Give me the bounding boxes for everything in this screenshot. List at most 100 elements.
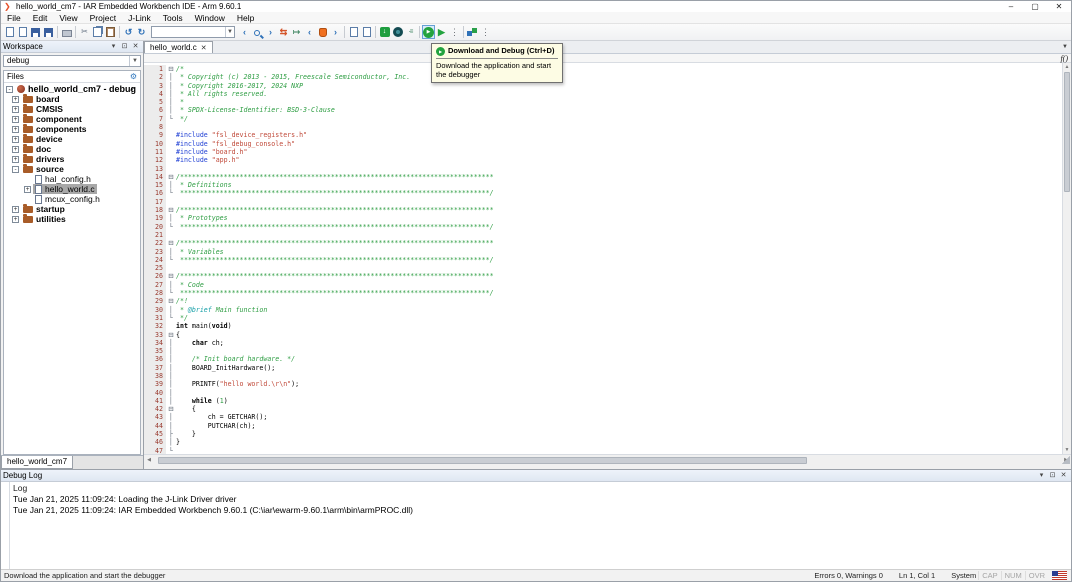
expand-icon[interactable]: + <box>12 216 19 223</box>
tree-item-hello-world-cm7-debug[interactable]: -hello_world_cm7 - debug✓ <box>4 84 140 94</box>
menu-view[interactable]: View <box>53 12 83 24</box>
tree-item-component[interactable]: +component <box>4 114 140 124</box>
tree-item-hello-world-c[interactable]: +hello_world.c <box>4 184 140 194</box>
code-text: * Definitions <box>176 181 1062 189</box>
tree-item-cmsis[interactable]: +CMSIS <box>4 104 140 114</box>
find-text-field[interactable] <box>152 27 225 37</box>
previous-bookmark-button[interactable]: ‹ <box>303 25 316 39</box>
undo-icon: ↺ <box>125 26 133 38</box>
vertical-scrollbar[interactable]: ▲ ▼ <box>1062 63 1071 454</box>
print-button[interactable] <box>60 25 73 39</box>
gear-icon[interactable]: ⚙ <box>130 71 137 83</box>
menu-help[interactable]: Help <box>231 12 260 24</box>
scroll-down-icon[interactable]: ▼ <box>1063 446 1071 454</box>
expand-icon[interactable]: + <box>12 116 19 123</box>
expand-icon[interactable]: + <box>12 106 19 113</box>
close-button[interactable]: ✕ <box>1047 1 1071 12</box>
minimize-button[interactable]: – <box>999 1 1023 12</box>
expand-icon[interactable]: + <box>12 146 19 153</box>
scroll-left-icon[interactable]: ◀ <box>144 457 154 463</box>
new-document-button[interactable] <box>3 25 16 39</box>
menu-window[interactable]: Window <box>189 12 231 24</box>
expand-icon[interactable]: + <box>12 126 19 133</box>
redo-button[interactable]: ↻ <box>135 25 148 39</box>
code-surface[interactable]: 1⊟/*2│ * Copyright (c) 2013 - 2015, Free… <box>144 63 1062 454</box>
fold-collapse-icon[interactable]: ⊟ <box>166 297 176 305</box>
expand-icon[interactable]: + <box>12 136 19 143</box>
replace-button[interactable]: ⇆ <box>277 25 290 39</box>
next-bookmark-button[interactable]: › <box>329 25 342 39</box>
resize-grip[interactable] <box>1062 456 1070 464</box>
stop-debugging-button[interactable]: -≡ <box>404 25 417 39</box>
tree-item-source[interactable]: -source <box>4 164 140 174</box>
tab-list-dropdown-icon[interactable]: ▼ <box>1059 41 1071 53</box>
menu-j-link[interactable]: J-Link <box>122 12 157 24</box>
download-and-debug-button[interactable]: ▶ <box>422 25 435 39</box>
tree-item-startup[interactable]: +startup <box>4 204 140 214</box>
find-combo-input[interactable]: ▼ <box>151 26 235 38</box>
chevron-down-icon[interactable]: ▼ <box>225 27 234 37</box>
scroll-up-icon[interactable]: ▲ <box>1063 63 1071 71</box>
configuration-select[interactable]: debug ▼ <box>3 55 141 67</box>
go-to-button[interactable]: ↦ <box>290 25 303 39</box>
fold-collapse-icon[interactable]: ⊟ <box>166 272 176 280</box>
workspace-tab-hello-world-cm7[interactable]: hello_world_cm7 <box>1 456 73 469</box>
language-flag-icon[interactable] <box>1052 571 1067 580</box>
find-previous-button[interactable]: ‹ <box>238 25 251 39</box>
collapse-icon[interactable]: - <box>6 86 13 93</box>
toolbar-overflow-button[interactable]: ⋮ <box>448 25 461 39</box>
tree-item-label: components <box>36 124 87 134</box>
debug-log-content[interactable]: Log Tue Jan 21, 2025 11:09:24: Loading t… <box>1 482 1071 569</box>
expand-icon[interactable]: + <box>12 156 19 163</box>
navigate-forward-button[interactable] <box>360 25 373 39</box>
debug-log-close-icon[interactable]: ✕ <box>1058 470 1069 482</box>
expand-icon[interactable]: + <box>12 206 19 213</box>
horizontal-scrollbar[interactable]: ◀ ▶ <box>144 454 1071 465</box>
cmsis-pack-manager-button[interactable] <box>466 25 479 39</box>
toolbar-overflow2-button[interactable]: ⋮ <box>479 25 492 39</box>
undo-button[interactable]: ↺ <box>122 25 135 39</box>
expand-icon[interactable]: + <box>24 186 31 193</box>
fold-collapse-icon[interactable]: ⊟ <box>166 173 176 181</box>
tree-item-components[interactable]: + components <box>4 124 140 134</box>
tree-item-mcux-config-h[interactable]: mcux_config.h <box>4 194 140 204</box>
expand-icon[interactable]: + <box>12 96 19 103</box>
tab-close-icon[interactable]: ✕ <box>201 44 207 52</box>
debug-button[interactable] <box>391 25 404 39</box>
fold-collapse-icon[interactable]: ⊟ <box>166 331 176 339</box>
tree-item-device[interactable]: +device <box>4 134 140 144</box>
horizontal-scroll-thumb[interactable] <box>158 457 807 464</box>
tree-item-doc[interactable]: +doc <box>4 144 140 154</box>
save-all-button[interactable] <box>42 25 55 39</box>
workspace-close-icon[interactable]: ✕ <box>130 41 141 53</box>
make-button[interactable]: ↓ <box>378 25 391 39</box>
menu-edit[interactable]: Edit <box>27 12 54 24</box>
cut-button[interactable]: ✂ <box>78 25 91 39</box>
workspace-pin-icon[interactable]: ⊡ <box>119 41 130 53</box>
tree-item-board[interactable]: +board <box>4 94 140 104</box>
toggle-bookmark-button[interactable] <box>316 25 329 39</box>
copy-button[interactable] <box>91 25 104 39</box>
editor-tab-hello-world-c[interactable]: hello_world.c ✕ <box>144 41 213 53</box>
collapse-icon[interactable]: - <box>12 166 19 173</box>
menu-tools[interactable]: Tools <box>157 12 189 24</box>
tree-item-hal-config-h[interactable]: hal_config.h <box>4 174 140 184</box>
paste-button[interactable] <box>104 25 117 39</box>
vertical-scroll-thumb[interactable] <box>1064 72 1070 192</box>
find-next-button[interactable]: › <box>264 25 277 39</box>
maximize-button[interactable]: ▢ <box>1023 1 1047 12</box>
debug-without-downloading-button[interactable]: ▶ <box>435 25 448 39</box>
workspace-dropdown-icon[interactable]: ▾ <box>108 41 119 53</box>
debug-log-dropdown-icon[interactable]: ▾ <box>1036 470 1047 482</box>
save-button[interactable] <box>29 25 42 39</box>
fold-collapse-icon[interactable]: ⊟ <box>166 239 176 247</box>
menu-file[interactable]: File <box>1 12 27 24</box>
find-button[interactable] <box>251 25 264 39</box>
open-document-button[interactable] <box>16 25 29 39</box>
menu-project[interactable]: Project <box>84 12 122 24</box>
navigate-backward-button[interactable] <box>347 25 360 39</box>
tree-item-drivers[interactable]: +drivers <box>4 154 140 164</box>
tree-item-utilities[interactable]: +utilities <box>4 214 140 224</box>
function-list-button[interactable]: f() <box>1060 54 1071 62</box>
debug-log-pin-icon[interactable]: ⊡ <box>1047 470 1058 482</box>
